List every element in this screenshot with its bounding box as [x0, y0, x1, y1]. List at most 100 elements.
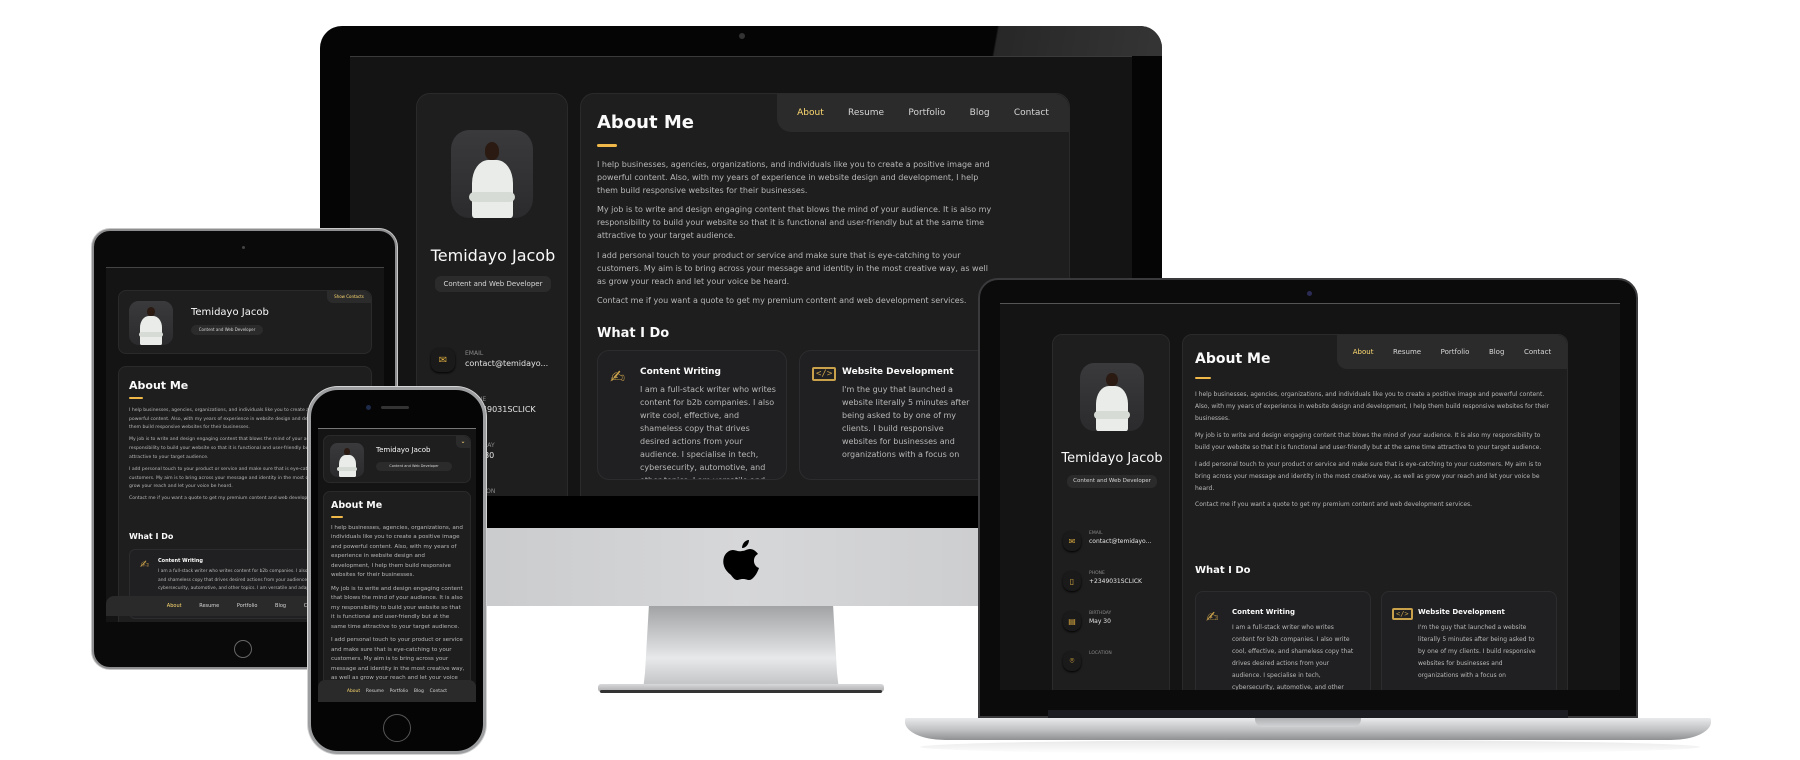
contact-label: Email	[1089, 531, 1103, 536]
contact-value[interactable]: +2349031SCLICK	[1089, 578, 1142, 585]
navbar: About Resume Portfolio Blog Contact	[318, 680, 476, 702]
nav-portfolio[interactable]: Portfolio	[1441, 348, 1470, 356]
iphone-home-button[interactable]	[383, 714, 411, 742]
about-text: I help businesses, agencies, organizatio…	[597, 158, 997, 314]
main-article: About Me I help businesses, agencies, or…	[323, 491, 471, 702]
imac-camera	[739, 33, 745, 39]
what-i-do-title: What I Do	[597, 326, 670, 341]
service-desc: I am a full-stack writer who writes cont…	[640, 385, 776, 479]
profile-card: Temidayo Jacob Content and Web Developer…	[323, 435, 471, 483]
about-title: About Me	[597, 112, 694, 133]
macbook-hinge	[1048, 710, 1568, 718]
service-desc: I'm the guy that launched a website lite…	[842, 385, 970, 459]
title-underline	[129, 397, 143, 399]
pen-writing-icon: ✍	[610, 367, 626, 388]
about-paragraph: I add personal touch to your product or …	[597, 250, 988, 286]
iphone-speaker	[381, 406, 409, 409]
service-title: Content Writing	[158, 558, 203, 564]
profile-name: Temidayo Jacob	[1061, 451, 1163, 466]
ipad-camera	[242, 246, 245, 249]
avatar	[330, 443, 364, 477]
code-window-icon: </>	[1392, 608, 1413, 620]
apple-logo-icon	[723, 540, 759, 580]
service-card-content-writing: ✍ Content Writing I am a full-stack writ…	[1195, 591, 1371, 690]
nav-blog[interactable]: Blog	[414, 689, 424, 694]
what-i-do-title: What I Do	[1195, 565, 1251, 576]
about-paragraph: I help businesses, agencies, organizatio…	[597, 160, 990, 195]
profile-role-badge: Content and Web Developer	[435, 276, 551, 292]
nav-blog[interactable]: Blog	[1489, 348, 1504, 356]
nav-about[interactable]: About	[1353, 348, 1374, 356]
about-text: I help businesses, agencies, organizatio…	[331, 524, 465, 697]
location-icon: ⌾	[1063, 651, 1081, 671]
nav-about[interactable]: About	[167, 603, 182, 609]
contact-email: ✉ Email contact@temidayo...	[431, 348, 548, 372]
profile-role-badge: Content and Web Developer	[1067, 475, 1157, 488]
nav-resume[interactable]: Resume	[199, 603, 219, 609]
about-paragraph: I help businesses, agencies, organizatio…	[331, 525, 463, 579]
main-article: About Resume Portfolio Blog Contact Abou…	[1182, 334, 1568, 690]
show-contacts-button[interactable]: Show Contacts	[327, 291, 371, 303]
avatar	[1080, 363, 1144, 431]
contact-label: Birthday	[1089, 611, 1112, 616]
iphone-camera	[366, 405, 371, 410]
contact-label: Location	[1089, 651, 1112, 656]
contact-value[interactable]: contact@temidayo...	[1089, 538, 1151, 545]
nav-portfolio[interactable]: Portfolio	[908, 108, 945, 118]
mail-icon: ✉	[1063, 531, 1081, 551]
service-title: Website Development	[842, 367, 954, 377]
imac-stand	[643, 606, 839, 690]
macbook-screen: Temidayo Jacob Content and Web Developer…	[1000, 303, 1620, 690]
nav-blog[interactable]: Blog	[970, 108, 990, 118]
about-title: About Me	[331, 500, 383, 511]
service-desc: I am a full-stack writer who writes cont…	[1232, 624, 1354, 690]
avatar	[129, 301, 173, 345]
imac-foot-shadow	[600, 690, 882, 693]
macbook-shadow	[920, 740, 1700, 754]
iphone-screen: Temidayo Jacob Content and Web Developer…	[318, 428, 476, 702]
nav-contact[interactable]: Contact	[1524, 348, 1551, 356]
about-paragraph: My job is to write and design engaging c…	[1195, 431, 1542, 451]
service-title: Website Development	[1418, 608, 1505, 616]
about-title: About Me	[1195, 351, 1271, 367]
profile-card: Temidayo Jacob Content and Web Developer…	[118, 290, 372, 354]
contact-value[interactable]: contact@temidayo...	[465, 359, 548, 368]
ipad-home-button[interactable]	[234, 640, 252, 658]
what-i-do-title: What I Do	[129, 532, 174, 541]
nav-blog[interactable]: Blog	[275, 603, 286, 609]
contact-label: Phone	[1089, 571, 1105, 576]
about-paragraph: I add personal touch to your product or …	[1195, 460, 1542, 492]
macbook-camera	[1307, 291, 1312, 296]
service-title: Content Writing	[640, 367, 721, 377]
pen-writing-icon: ✍	[140, 558, 150, 571]
about-paragraph: Contact me if you want a quote to get my…	[597, 296, 967, 306]
service-card-web-development: </> Website Development I'm the guy that…	[799, 350, 989, 480]
nav-resume[interactable]: Resume	[848, 108, 884, 118]
about-paragraph: I help businesses, agencies, organizatio…	[1195, 391, 1550, 422]
contact-value: May 30	[1089, 618, 1111, 625]
calendar-icon: ▤	[1063, 611, 1081, 631]
profile-name: Temidayo Jacob	[430, 246, 556, 265]
service-card-content-writing: ✍ Content Writing I am a full-stack writ…	[597, 350, 787, 480]
phone-icon: ▯	[1063, 571, 1081, 591]
service-card-web-development: </> Website Development I'm the guy that…	[1381, 591, 1557, 690]
sidebar-card: Temidayo Jacob Content and Web Developer…	[1052, 334, 1170, 690]
nav-resume[interactable]: Resume	[366, 689, 384, 694]
nav-about[interactable]: About	[797, 108, 824, 118]
nav-contact[interactable]: Contact	[1014, 108, 1049, 118]
about-paragraph: My job is to write and design engaging c…	[331, 585, 463, 630]
navbar: About Resume Portfolio Blog Contact	[1337, 335, 1567, 369]
chevron-down-icon[interactable]: ⌄	[456, 436, 470, 448]
contact-label: Email	[465, 350, 484, 357]
macbook-lid-notch	[1255, 718, 1361, 727]
mail-icon: ✉	[431, 348, 455, 372]
profile-name: Temidayo Jacob	[191, 307, 269, 318]
service-title: Content Writing	[1232, 608, 1295, 616]
profile-name: Temidayo Jacob	[376, 446, 431, 454]
nav-contact[interactable]: Contact	[430, 689, 448, 694]
nav-about[interactable]: About	[347, 689, 360, 694]
contact-phone: ▯ Phone +2349031SCLICK	[1063, 571, 1142, 591]
nav-portfolio[interactable]: Portfolio	[390, 689, 409, 694]
nav-portfolio[interactable]: Portfolio	[237, 603, 258, 609]
nav-resume[interactable]: Resume	[1393, 348, 1421, 356]
